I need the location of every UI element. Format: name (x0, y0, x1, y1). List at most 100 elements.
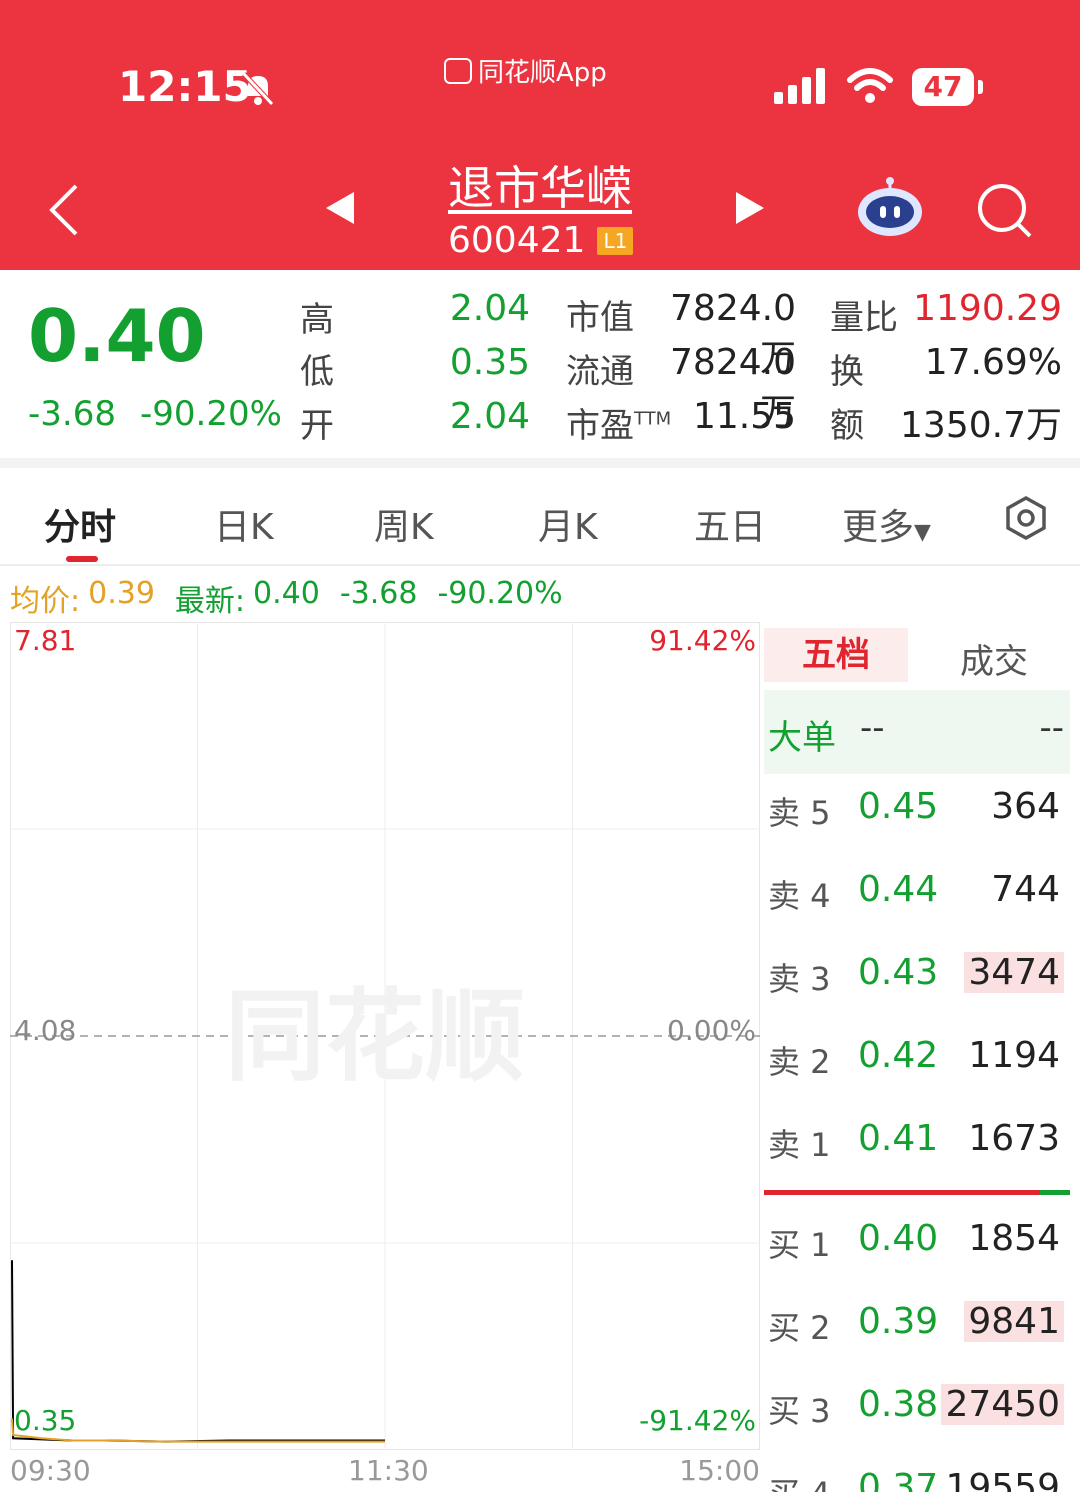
search-icon[interactable] (976, 182, 1032, 238)
ask-price: 0.45 (858, 786, 939, 827)
tab-weekly-k[interactable]: 周K (374, 498, 434, 550)
ask-label: 卖 4 (768, 877, 831, 915)
tab-five-levels[interactable]: 五档 (764, 628, 908, 682)
bid-label: 买 2 (768, 1309, 831, 1347)
label-pe-text: 市盈 (566, 406, 634, 446)
tab-monthly-k[interactable]: 月K (538, 498, 598, 550)
section-divider (0, 458, 1080, 468)
ask-label: 卖 5 (768, 794, 831, 832)
label-amount: 额 (830, 406, 864, 446)
quote-panel: 0.40 -3.68 -90.20% 高 低 开 2.04 0.35 2.04 … (0, 270, 1080, 458)
pct-min-label: -91.42% (639, 1404, 756, 1437)
tab-daily-k[interactable]: 日K (214, 498, 274, 550)
value-pe: 11.55 (692, 396, 796, 437)
value-amount: 1350.7万 (900, 405, 1062, 446)
avg-label: 均价: (10, 584, 81, 619)
bid-label: 买 4 (768, 1469, 831, 1492)
signal-icon (774, 68, 825, 104)
ask-row[interactable]: 卖 1 0.41 1673 (764, 1106, 1070, 1186)
avg-value: 0.39 (88, 576, 155, 611)
bid-volume: 9841 (964, 1301, 1064, 1342)
big-order-label: 大单 (768, 718, 836, 758)
ask-volume: 1194 (968, 1035, 1060, 1076)
intraday-chart[interactable]: 同花顺 7.81 4.08 0.35 91.42% 0.00% -91.42% … (10, 622, 760, 1487)
tab-trades[interactable]: 成交 (960, 634, 1028, 683)
label-turnover: 换 (830, 352, 864, 392)
price-change-pct: -90.20% (140, 394, 282, 434)
ask-label: 卖 1 (768, 1126, 831, 1164)
info-change: -3.68 (339, 576, 418, 611)
bid-volume: 19559 (945, 1467, 1060, 1492)
stock-code-row: 600421 L1 (448, 220, 634, 261)
label-vol-ratio: 量比 (830, 298, 898, 338)
bid-volume: 27450 (941, 1384, 1064, 1425)
watermark: 同花顺 (225, 978, 525, 1095)
ask-price: 0.42 (858, 1035, 939, 1076)
ask-row[interactable]: 卖 5 0.45 364 (764, 774, 1070, 854)
bid-price: 0.39 (858, 1301, 939, 1342)
value-low: 0.35 (449, 342, 530, 383)
chart-tabs: 分时 日K 周K 月K 五日 更多▼ (0, 468, 1080, 566)
next-stock-icon[interactable] (732, 190, 768, 226)
battery-indicator: 47 (912, 68, 974, 106)
ask-volume: 3474 (964, 952, 1064, 993)
latest-label: 最新: (174, 584, 246, 619)
tab-five-day[interactable]: 五日 (694, 498, 766, 550)
value-vol-ratio: 1190.29 (913, 288, 1062, 329)
tab-intraday[interactable]: 分时 (44, 498, 116, 550)
bid-label: 买 3 (768, 1392, 831, 1430)
status-time: 12:15 (118, 62, 252, 111)
pct-max-label: 91.42% (649, 624, 756, 657)
bid-row[interactable]: 买 1 0.40 1854 (764, 1206, 1070, 1286)
active-tab-indicator (66, 556, 98, 562)
app-label-text: 同花顺App (478, 58, 607, 88)
latest-value: 0.40 (253, 576, 320, 611)
app-label[interactable]: 同花顺App (444, 52, 607, 89)
value-open: 2.04 (449, 396, 530, 437)
value-high: 2.04 (449, 288, 530, 329)
bid-price: 0.40 (858, 1218, 939, 1259)
value-turnover: 17.69% (924, 342, 1062, 383)
ask-row[interactable]: 卖 4 0.44 744 (764, 857, 1070, 937)
big-order-value-1: -- (860, 708, 885, 748)
label-mkt-cap: 市值 (566, 298, 634, 338)
ask-label: 卖 3 (768, 960, 831, 998)
bid-row[interactable]: 买 2 0.39 9841 (764, 1289, 1070, 1369)
wifi-icon (847, 68, 893, 103)
ask-volume: 744 (991, 869, 1060, 910)
caret-down-icon: ▼ (914, 520, 931, 545)
price-info-line: 均价: 0.39 最新: 0.40 -3.68 -90.20% (10, 576, 563, 620)
ask-volume: 1673 (968, 1118, 1060, 1159)
ask-row[interactable]: 卖 3 0.43 3474 (764, 940, 1070, 1020)
bid-price: 0.37 (858, 1467, 939, 1492)
bid-price: 0.38 (858, 1384, 939, 1425)
battery-tip (978, 80, 983, 94)
level-badge: L1 (597, 226, 634, 255)
ask-row[interactable]: 卖 2 0.42 1194 (764, 1023, 1070, 1103)
big-order-row: 大单 -- -- (764, 690, 1070, 774)
settings-icon[interactable] (1002, 494, 1050, 542)
bid-ask-divider (764, 1190, 1070, 1195)
bid-row[interactable]: 买 3 0.38 27450 (764, 1372, 1070, 1452)
y-min-label: 0.35 (14, 1404, 77, 1437)
bid-volume: 1854 (968, 1218, 1060, 1259)
ask-price: 0.43 (858, 952, 939, 993)
current-price: 0.40 (28, 294, 206, 378)
order-book: 五档 成交 大单 -- -- 卖 5 0.45 364 卖 4 0.44 744 卖 3 0.… (764, 622, 1070, 1492)
x-label-open: 09:30 (10, 1454, 91, 1487)
header-bar: 12:15 同花顺App 47 退市华嵘 600421 L1 (0, 0, 1080, 270)
ask-volume: 364 (991, 786, 1060, 827)
x-label-close: 15:00 (679, 1454, 760, 1487)
bid-row[interactable]: 买 4 0.3719559 (764, 1455, 1070, 1492)
big-order-value-2: -- (1039, 708, 1064, 748)
mute-bell-icon (242, 72, 274, 106)
assistant-robot-icon[interactable] (856, 176, 924, 238)
x-label-midday: 11:30 (348, 1454, 429, 1487)
app-logo-icon (444, 57, 472, 84)
info-change-pct: -90.20% (437, 576, 563, 611)
bid-label: 买 1 (768, 1226, 831, 1264)
tab-more-label: 更多 (842, 507, 915, 548)
tab-more[interactable]: 更多▼ (842, 498, 931, 550)
chart-canvas: 同花顺 (10, 622, 760, 1450)
price-change: -3.68 (28, 394, 116, 434)
